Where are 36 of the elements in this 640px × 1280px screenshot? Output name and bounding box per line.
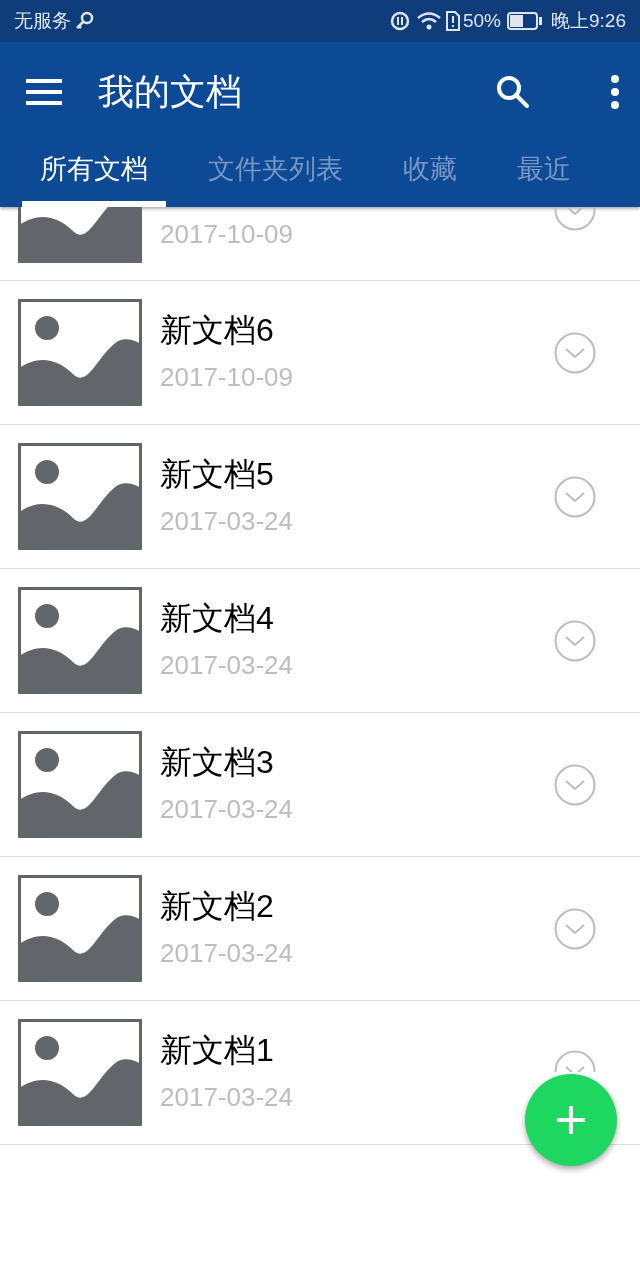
battery-percent: 50% [463,8,501,33]
document-title: 新文档5 [160,455,275,494]
data-saver-icon [390,11,410,31]
document-date: 2017-03-24 [160,1081,294,1114]
plus-icon [557,1106,585,1134]
more-options-icon[interactable] [610,75,620,109]
image-placeholder-icon [18,299,142,406]
document-title: 新文档3 [160,743,275,782]
add-button[interactable] [525,1074,617,1166]
document-date: 2017-03-24 [160,937,294,970]
image-placeholder-icon [18,1019,142,1126]
document-title: 新文档4 [160,599,275,638]
image-placeholder-icon [18,875,142,982]
document-date: 2017-03-24 [160,649,294,682]
document-title: 新文档2 [160,887,275,926]
document-title: 新文档6 [160,311,275,350]
tab[interactable]: 收藏 [385,142,475,207]
wifi-icon [416,11,442,31]
tab[interactable]: 文件夹列表 [190,142,361,207]
document-title: 新文档1 [160,1031,275,1070]
app-title: 我的文档 [98,70,242,114]
search-icon[interactable] [496,75,530,109]
battery-icon [507,12,543,30]
document-date: 2017-03-24 [160,505,294,538]
image-placeholder-icon [18,443,142,550]
sim-alert-icon [446,11,460,31]
tab[interactable]: 最近 [499,142,589,207]
carrier-text: 无服务 [14,8,71,33]
document-date: 2017-10-09 [160,218,294,251]
image-placeholder-icon [18,731,142,838]
clock-text: 晚上9:26 [551,8,626,33]
image-placeholder-icon [18,587,142,694]
document-date: 2017-10-09 [160,361,294,394]
key-icon [74,11,94,31]
document-date: 2017-03-24 [160,793,294,826]
menu-icon[interactable] [26,79,62,105]
